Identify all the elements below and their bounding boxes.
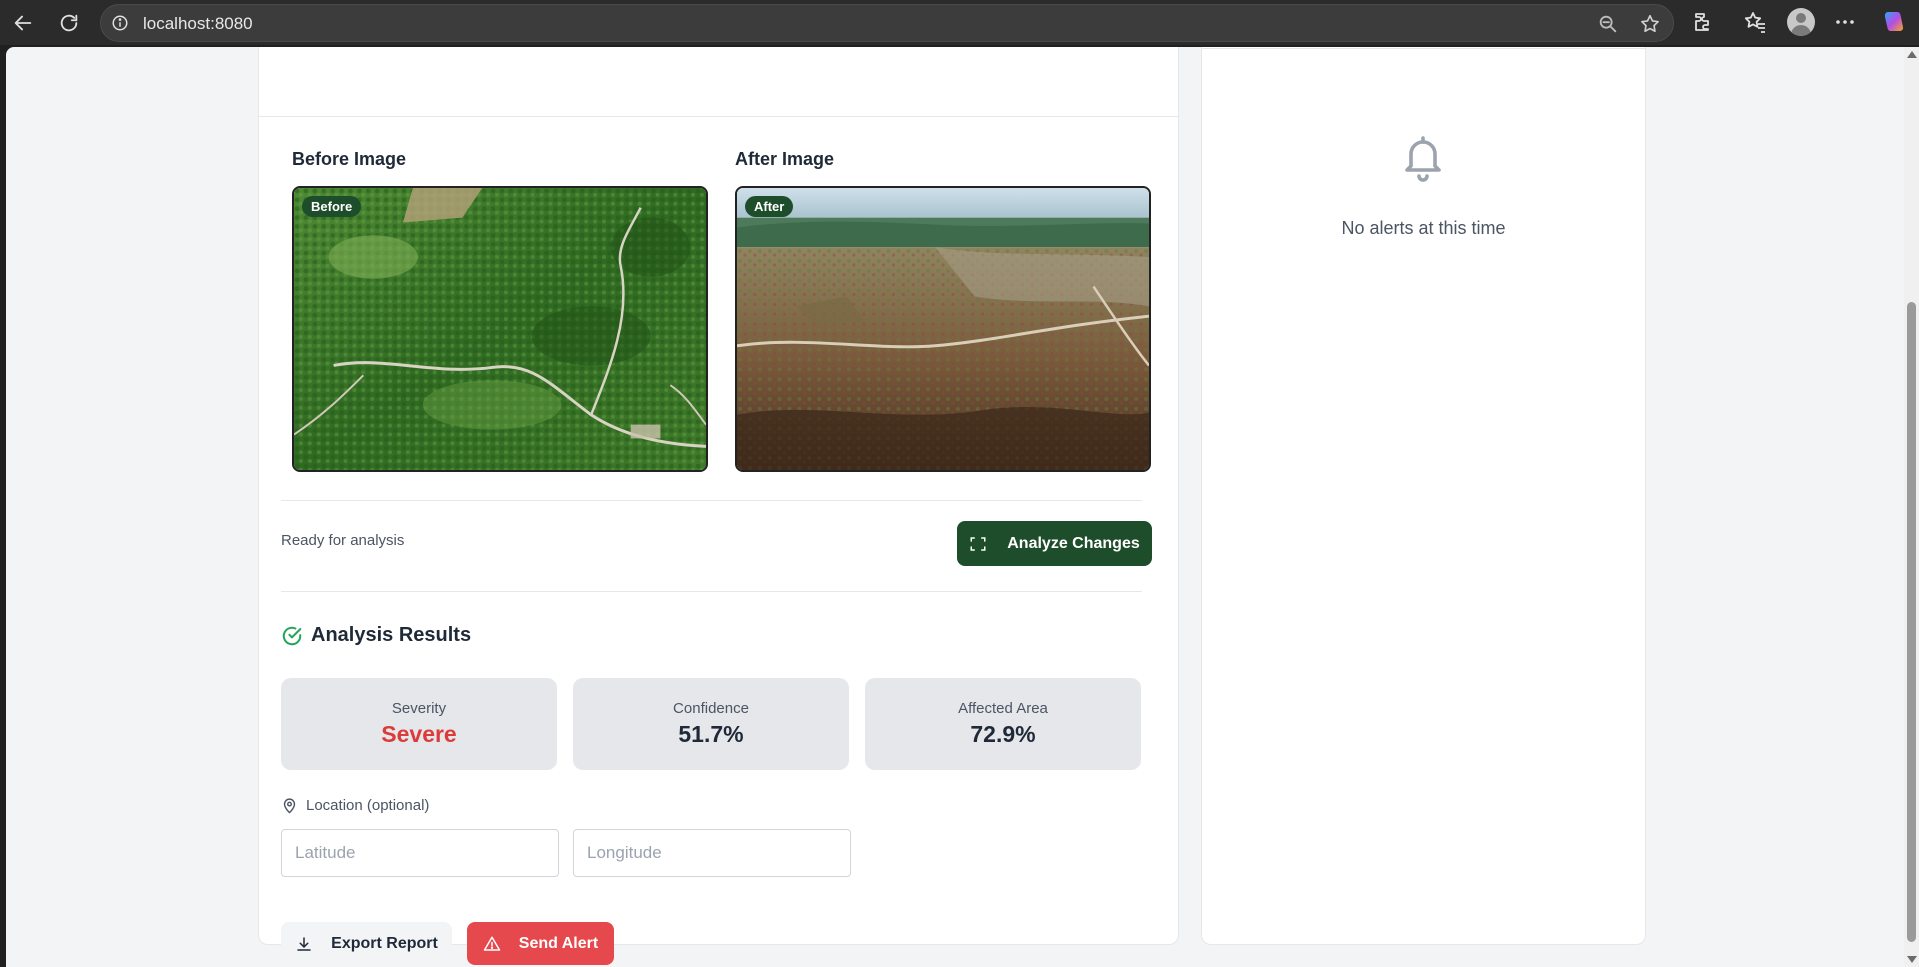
address-bar[interactable]: localhost:8080 bbox=[100, 4, 1674, 42]
analyze-changes-button[interactable]: Analyze Changes bbox=[957, 521, 1152, 566]
bell-icon bbox=[1405, 136, 1441, 182]
severity-label: Severity bbox=[391, 700, 447, 717]
confidence-metric: Confidence 51.7% bbox=[573, 678, 849, 770]
scrollbar-thumb[interactable] bbox=[1907, 302, 1916, 942]
profile-avatar-icon[interactable] bbox=[1787, 8, 1815, 36]
after-image-heading: After Image bbox=[735, 149, 835, 169]
before-image[interactable]: Before bbox=[292, 186, 708, 472]
after-tag: After bbox=[745, 196, 794, 217]
affected-area-label: Affected Area bbox=[958, 700, 1048, 717]
analysis-status: Ready for analysis bbox=[281, 532, 405, 549]
download-icon bbox=[297, 936, 311, 951]
page-scrollbar[interactable] bbox=[1904, 47, 1919, 967]
send-alert-label: Send Alert bbox=[518, 934, 599, 952]
after-deforested-image bbox=[737, 188, 1149, 470]
analysis-results-heading: Analysis Results bbox=[281, 624, 471, 647]
before-tag: Before bbox=[302, 196, 362, 217]
warning-triangle-icon bbox=[483, 936, 501, 951]
panel-header-divider bbox=[1202, 48, 1645, 49]
copilot-icon[interactable] bbox=[1880, 9, 1906, 35]
divider bbox=[281, 500, 1142, 501]
page-viewport: Before Image After Image Before After Re… bbox=[6, 47, 1919, 967]
severity-metric: Severity Severe bbox=[281, 678, 557, 770]
export-report-label: Export Report bbox=[331, 934, 438, 952]
scroll-up-arrow-icon[interactable] bbox=[1907, 51, 1917, 58]
location-label: Location (optional) bbox=[306, 797, 430, 814]
analysis-card: Before Image After Image Before After Re… bbox=[258, 47, 1179, 965]
site-info-icon[interactable] bbox=[111, 14, 129, 32]
favorite-star-icon[interactable] bbox=[1639, 13, 1661, 35]
extensions-icon[interactable] bbox=[1691, 10, 1715, 34]
alerts-panel: No alerts at this time bbox=[1201, 47, 1646, 945]
browser-toolbar: localhost:8080 bbox=[0, 0, 1919, 45]
back-button[interactable] bbox=[6, 6, 40, 40]
back-arrow-icon bbox=[14, 15, 32, 31]
scroll-down-arrow-icon[interactable] bbox=[1907, 956, 1917, 963]
affected-area-value: 72.9% bbox=[970, 721, 1036, 747]
affected-area-metric: Affected Area 72.9% bbox=[865, 678, 1141, 770]
latitude-input[interactable] bbox=[281, 829, 559, 877]
location-heading: Location (optional) bbox=[281, 797, 429, 814]
before-image-heading: Before Image bbox=[292, 149, 407, 169]
confidence-label: Confidence bbox=[673, 700, 749, 717]
reload-button[interactable] bbox=[52, 6, 86, 40]
scan-icon bbox=[970, 536, 986, 551]
url-text[interactable]: localhost:8080 bbox=[143, 14, 253, 34]
zoom-out-icon[interactable] bbox=[1597, 13, 1619, 35]
severity-value: Severe bbox=[381, 721, 457, 747]
analyze-changes-label: Analyze Changes bbox=[1007, 534, 1140, 552]
after-image[interactable]: After bbox=[735, 186, 1151, 472]
reload-icon bbox=[60, 14, 78, 32]
map-pin-icon bbox=[283, 798, 296, 814]
before-forest-image bbox=[294, 188, 706, 470]
longitude-input[interactable] bbox=[573, 829, 851, 877]
divider bbox=[281, 591, 1142, 592]
confidence-value: 51.7% bbox=[678, 721, 744, 747]
export-report-button[interactable]: Export Report bbox=[281, 922, 452, 965]
card-header-divider bbox=[259, 116, 1178, 117]
analysis-results-title: Analysis Results bbox=[311, 624, 472, 646]
check-circle-icon bbox=[282, 626, 302, 645]
more-menu-icon[interactable] bbox=[1833, 10, 1857, 34]
send-alert-button[interactable]: Send Alert bbox=[467, 922, 614, 965]
no-alerts-message: No alerts at this time bbox=[1341, 218, 1506, 238]
favorites-icon[interactable] bbox=[1743, 10, 1767, 34]
